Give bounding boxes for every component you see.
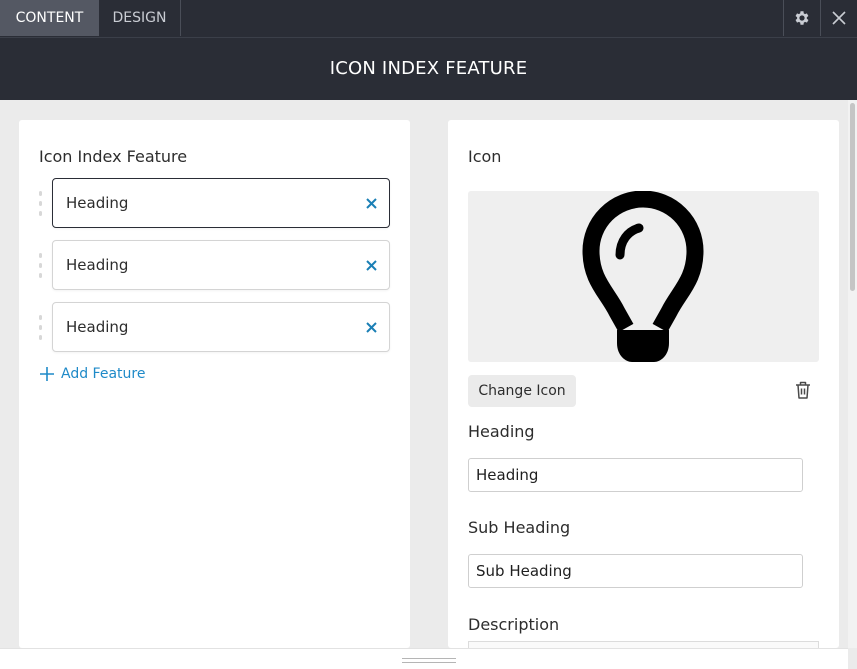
remove-feature-button[interactable] — [364, 317, 378, 337]
top-tab-bar: CONTENT DESIGN — [0, 0, 857, 37]
icon-label: Icon — [468, 147, 502, 166]
close-icon — [832, 11, 846, 25]
description-editor-toolbar[interactable] — [468, 641, 819, 648]
vertical-scrollbar[interactable] — [848, 100, 857, 648]
heading-field-label: Heading — [468, 422, 535, 441]
tab-design[interactable]: DESIGN — [99, 0, 181, 36]
plus-icon — [40, 367, 54, 381]
feature-item-label: Heading — [66, 194, 129, 212]
resize-grip[interactable] — [402, 658, 456, 663]
settings-button[interactable] — [783, 0, 820, 36]
subheading-input[interactable] — [468, 554, 803, 588]
close-button[interactable] — [820, 0, 857, 36]
trash-icon — [796, 381, 810, 399]
close-icon — [365, 197, 377, 209]
scrollbar-thumb[interactable] — [850, 103, 855, 291]
editor-header: ICON INDEX FEATURE — [0, 37, 857, 100]
page-title: ICON INDEX FEATURE — [329, 58, 528, 79]
drag-handle[interactable] — [37, 315, 45, 341]
feature-item-label: Heading — [66, 318, 129, 336]
gear-icon — [795, 11, 809, 25]
icon-preview[interactable] — [468, 190, 819, 362]
drag-handle[interactable] — [37, 191, 45, 217]
add-feature-label: Add Feature — [61, 366, 146, 382]
close-icon — [365, 259, 377, 271]
subheading-field-label: Sub Heading — [468, 518, 571, 537]
delete-icon-button[interactable] — [794, 380, 812, 400]
drag-handle[interactable] — [37, 253, 45, 279]
feature-item-label: Heading — [66, 256, 129, 274]
remove-feature-button[interactable] — [364, 255, 378, 275]
feature-item[interactable]: Heading — [52, 302, 390, 352]
description-field-label: Description — [468, 615, 560, 634]
add-feature-button[interactable]: Add Feature — [40, 366, 145, 382]
close-icon — [365, 321, 377, 333]
feature-item[interactable]: Heading — [52, 240, 390, 290]
change-icon-button[interactable]: Change Icon — [468, 375, 576, 407]
heading-input[interactable] — [468, 458, 803, 492]
feature-list-panel: Icon Index Feature Heading Heading Headi… — [19, 120, 410, 648]
remove-feature-button[interactable] — [364, 193, 378, 213]
bottom-resize-bar — [0, 648, 848, 669]
feature-editor-panel: Icon Change Icon Heading Sub Heading Des… — [448, 120, 839, 648]
lightbulb-icon — [582, 190, 704, 362]
tab-content[interactable]: CONTENT — [0, 0, 99, 36]
feature-item[interactable]: Heading — [52, 178, 390, 228]
content-area: Icon Index Feature Heading Heading Headi… — [0, 100, 848, 669]
feature-list-title: Icon Index Feature — [39, 147, 188, 166]
